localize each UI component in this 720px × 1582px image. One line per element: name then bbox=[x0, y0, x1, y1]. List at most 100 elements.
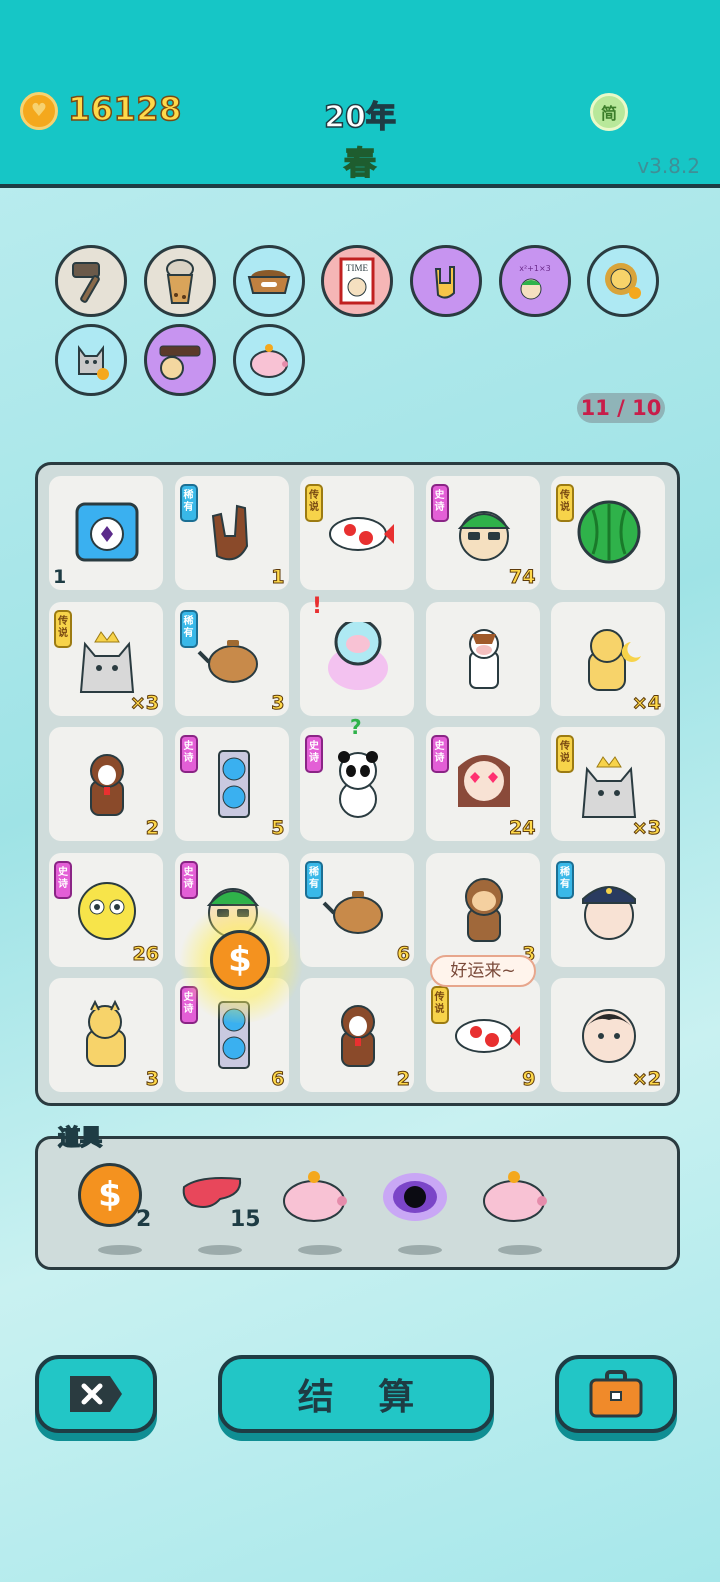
watermelon-icon bbox=[577, 500, 641, 564]
rarity-tag: 稀有 bbox=[179, 484, 198, 522]
piggy-bank-icon bbox=[483, 1171, 547, 1222]
board-cell[interactable]: 2 bbox=[300, 978, 414, 1092]
bag-button[interactable] bbox=[555, 1355, 677, 1433]
alert-icon: ! bbox=[312, 593, 323, 619]
cell-count: 74 bbox=[509, 566, 536, 589]
king-husky-icon bbox=[581, 756, 637, 818]
question-icon: ? bbox=[350, 715, 362, 739]
board-cell[interactable]: 传说 ×3 bbox=[551, 727, 665, 841]
board-cell[interactable]: 2 bbox=[49, 727, 163, 841]
cell-count: ×3 bbox=[129, 691, 159, 714]
relic-counter: 11 / 10 bbox=[577, 393, 665, 423]
board-cell[interactable]: 传说 9 bbox=[425, 978, 540, 1092]
item-count: 15 bbox=[230, 1207, 261, 1232]
time-magazine-icon[interactable]: TIME bbox=[321, 245, 393, 317]
rarity-tag: 史诗 bbox=[179, 735, 198, 773]
cell-count: 6 bbox=[396, 942, 410, 965]
board-cell[interactable] bbox=[425, 601, 540, 716]
board-cell[interactable]: 史诗 bbox=[300, 727, 414, 841]
dollar-coin-icon[interactable]: $ bbox=[210, 930, 270, 990]
season-label: 春 bbox=[343, 143, 377, 183]
item-shadow bbox=[298, 1245, 342, 1255]
black-hole-icon bbox=[383, 1173, 447, 1221]
rarity-tag: 史诗 bbox=[54, 860, 72, 899]
cell-count: ×3 bbox=[631, 817, 661, 840]
board-cell[interactable]: ×4 bbox=[551, 601, 665, 716]
rarity-tag: 传说 bbox=[430, 986, 449, 1024]
rarity-tag: 史诗 bbox=[179, 860, 198, 899]
item-shadow bbox=[398, 1245, 442, 1255]
item-slot[interactable] bbox=[474, 1159, 564, 1255]
cell-count: 26 bbox=[132, 942, 159, 965]
pet-bowl-icon[interactable] bbox=[233, 245, 305, 317]
cow-icon bbox=[468, 628, 499, 689]
board-cell[interactable]: 1 bbox=[49, 476, 163, 590]
game-board: 1 稀有 1 传说 史诗 74 传说 传说 ×3 稀有 3 ×4 2 史诗 5 史诗 史诗 24 传说 ×3 史诗 26 史… bbox=[35, 462, 680, 1106]
graphics-card-icon bbox=[217, 750, 250, 818]
item-slot[interactable]: 15 bbox=[174, 1159, 264, 1255]
rarity-tag: 传说 bbox=[556, 484, 574, 522]
items-title: 道具 bbox=[57, 1125, 103, 1152]
cell-count: 3 bbox=[145, 1068, 159, 1091]
item-slot[interactable] bbox=[374, 1159, 464, 1255]
settle-button[interactable]: 结 算 bbox=[218, 1355, 494, 1433]
board-cell[interactable]: 稀有 1 bbox=[174, 476, 289, 590]
item-slot[interactable] bbox=[274, 1159, 364, 1255]
stopwatch-icon bbox=[75, 502, 139, 562]
cell-count: 1 bbox=[271, 566, 285, 589]
board-cell[interactable]: 传说 bbox=[551, 476, 665, 590]
briefcase-icon bbox=[589, 1370, 643, 1418]
koi-fish-icon bbox=[454, 1019, 520, 1053]
husky-icon[interactable] bbox=[55, 324, 127, 396]
husky-dog-icon bbox=[341, 1005, 375, 1067]
rarity-tag: 传说 bbox=[305, 484, 323, 522]
cell-count: 2 bbox=[145, 817, 159, 840]
rock-hand-icon[interactable] bbox=[410, 245, 482, 317]
svg-text:x²+1×3: x²+1×3 bbox=[519, 264, 551, 273]
police-icon bbox=[582, 885, 636, 940]
cat-icon bbox=[86, 999, 126, 1067]
teapot-icon bbox=[322, 890, 383, 934]
board-cell[interactable]: 3 bbox=[49, 978, 163, 1092]
cell-count: 1 bbox=[53, 566, 67, 588]
board-cell[interactable]: 史诗 5 bbox=[174, 727, 289, 841]
lion-cat-icon[interactable] bbox=[587, 245, 659, 317]
version-label: v3.8.2 bbox=[637, 154, 700, 178]
teapot-icon bbox=[197, 639, 258, 683]
top-bar: ♥ 16128 20年 春 简 v3.8.2 bbox=[0, 0, 720, 188]
board-cell[interactable]: 稀有 bbox=[551, 852, 665, 967]
board-cell[interactable]: 史诗 74 bbox=[425, 476, 540, 590]
board-cell[interactable]: 稀有 3 bbox=[174, 601, 289, 716]
board-cell[interactable]: 稀有 6 bbox=[300, 852, 414, 967]
piggy-bowl-icon bbox=[328, 621, 388, 690]
old-man-icon bbox=[582, 1009, 636, 1063]
item-shadow bbox=[498, 1245, 542, 1255]
rarity-tag: 传说 bbox=[556, 735, 574, 773]
hammer-icon[interactable] bbox=[55, 245, 127, 317]
svg-text:TIME: TIME bbox=[346, 263, 368, 273]
rarity-tag: 史诗 bbox=[430, 484, 449, 522]
rarity-tag: 稀有 bbox=[179, 609, 198, 648]
board-cell[interactable]: 3 bbox=[425, 852, 540, 967]
yellow-chick-icon bbox=[78, 881, 136, 940]
piggy-bank-icon bbox=[283, 1171, 347, 1222]
cell-count: 2 bbox=[396, 1068, 410, 1091]
rarity-tag: 传说 bbox=[54, 609, 72, 648]
math-student-icon[interactable]: x²+1×3 bbox=[499, 245, 571, 317]
item-slot[interactable]: $ 2 bbox=[74, 1159, 164, 1255]
exit-button[interactable] bbox=[35, 1355, 157, 1433]
board-cell[interactable]: 史诗 26 bbox=[49, 852, 163, 967]
bubble-tea-icon[interactable] bbox=[144, 245, 216, 317]
board-cell[interactable]: 传说 bbox=[300, 476, 414, 590]
item-shadow bbox=[198, 1245, 242, 1255]
cell-count: ×2 bbox=[631, 1068, 661, 1091]
board-cell[interactable]: 传说 ×3 bbox=[49, 601, 163, 716]
piggy-bank-icon[interactable] bbox=[233, 324, 305, 396]
board-cell[interactable] bbox=[300, 601, 414, 716]
items-panel: $ 2 15 bbox=[35, 1136, 680, 1270]
board-cell[interactable]: 史诗 24 bbox=[425, 727, 540, 841]
board-cell[interactable]: ×2 bbox=[551, 978, 665, 1092]
language-button[interactable]: 简 bbox=[590, 93, 628, 131]
monkey-icon bbox=[464, 877, 503, 942]
pillow-icon[interactable] bbox=[144, 324, 216, 396]
